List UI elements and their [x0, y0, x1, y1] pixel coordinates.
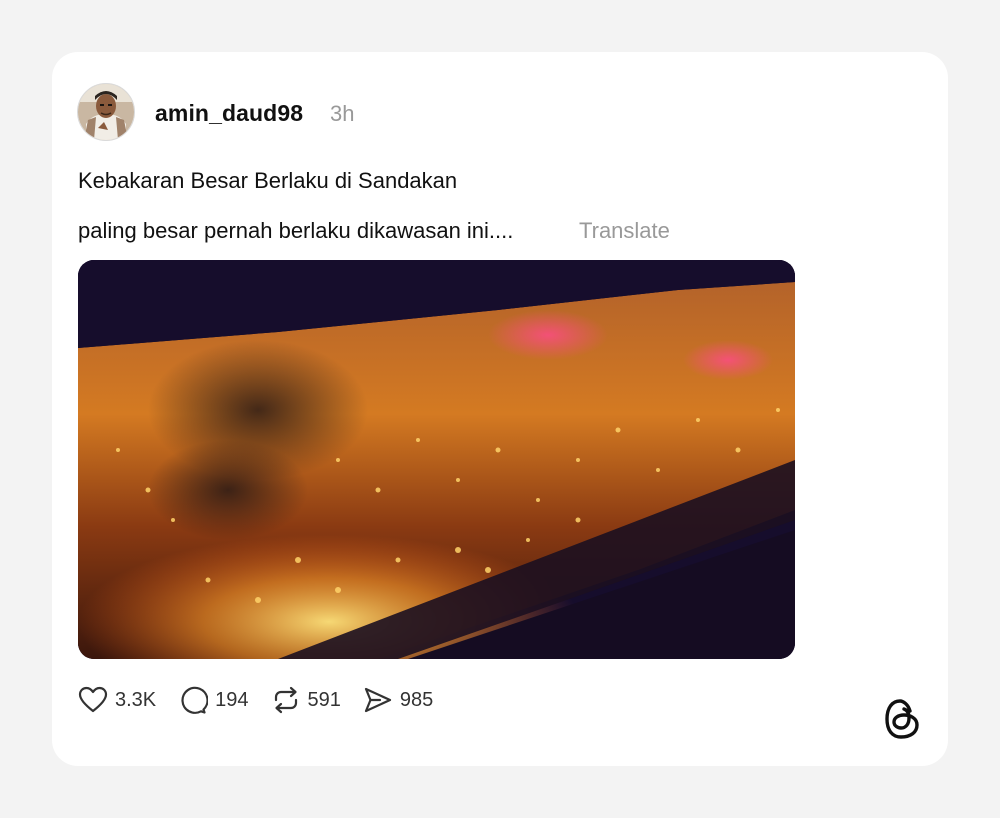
heart-icon — [78, 686, 108, 713]
post-actions: 3.3K 194 591 985 — [78, 684, 455, 716]
post-media-video[interactable] — [78, 260, 795, 659]
like-button[interactable]: 3.3K — [78, 686, 156, 714]
avatar[interactable] — [77, 83, 135, 141]
share-count: 985 — [399, 688, 434, 711]
post-text-line-1: Kebakaran Besar Berlaku di Sandakan — [78, 168, 458, 193]
send-icon — [364, 687, 392, 713]
like-count: 3.3K — [115, 688, 157, 711]
avatar-photo — [78, 84, 134, 140]
threads-logo-graphic — [885, 699, 919, 739]
comment-bubble-icon — [181, 686, 209, 714]
translate-link[interactable]: Translate — [579, 218, 670, 244]
share-button[interactable]: 985 — [363, 685, 433, 715]
fire-scene-image — [78, 260, 795, 659]
repost-button[interactable]: 591 — [271, 685, 341, 715]
username[interactable]: amin_daud98 — [155, 100, 303, 127]
repost-arrows-icon — [274, 686, 297, 714]
post-timestamp[interactable]: 3h — [330, 101, 354, 127]
post-text-line-2: paling besar pernah berlaku dikawasan in… — [78, 218, 514, 243]
repost-count: 591 — [307, 688, 341, 711]
reply-count: 194 — [215, 688, 249, 711]
post-card: amin_daud98 3h Kebakaran Besar Berlaku d… — [52, 52, 948, 766]
threads-logo-icon[interactable] — [884, 698, 920, 740]
reply-button[interactable]: 194 — [178, 685, 249, 715]
